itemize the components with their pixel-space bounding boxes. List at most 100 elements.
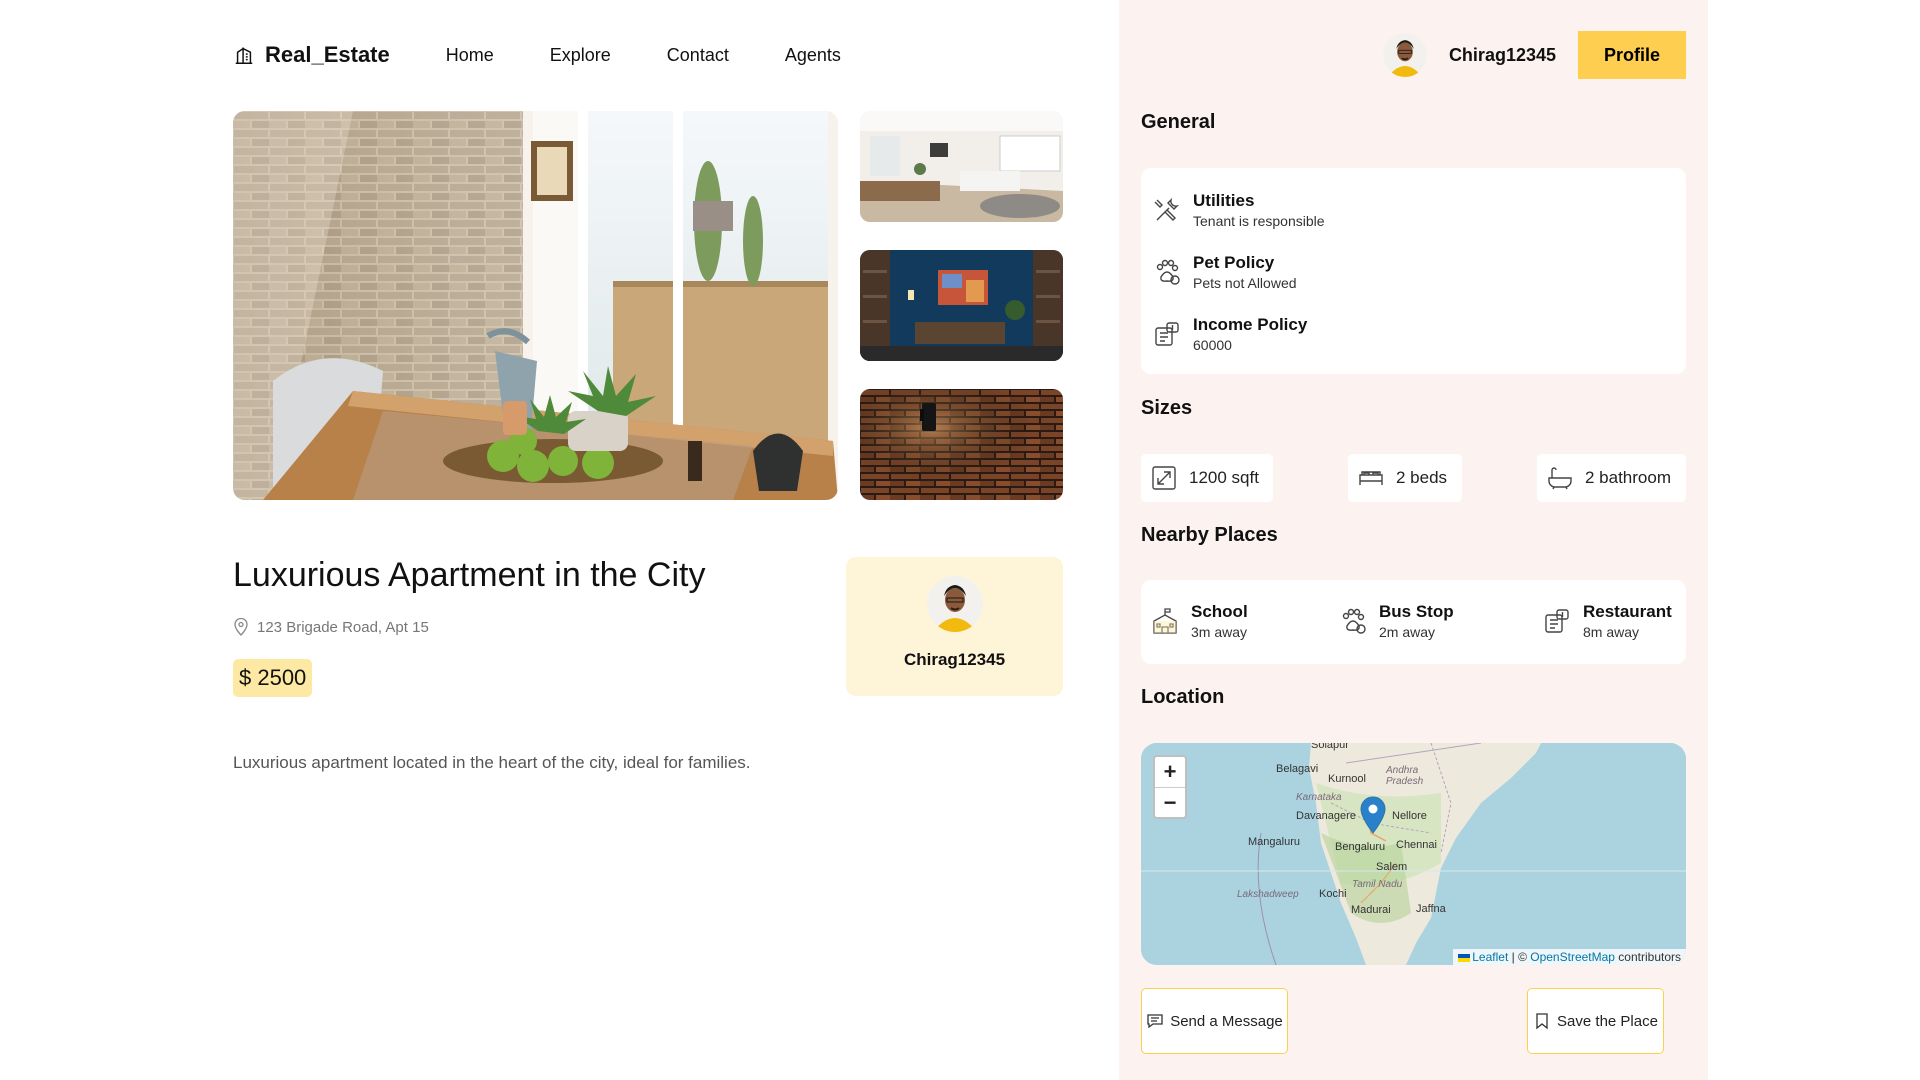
- profile-button[interactable]: Profile: [1578, 31, 1686, 79]
- blue-room-photo: [860, 250, 1063, 361]
- chat-icon: [1147, 1014, 1163, 1029]
- pet-policy-title: Pet Policy: [1193, 253, 1275, 272]
- location-pin-icon: [234, 618, 248, 636]
- send-message-label: Send a Message: [1170, 1012, 1283, 1030]
- sizes-row: 1200 sqft 2 beds 2 bathroom: [1141, 454, 1686, 502]
- map-label-solapur: Solapur: [1311, 743, 1349, 751]
- map-label-nellore: Nellore: [1392, 810, 1427, 822]
- pet-icon: [1156, 259, 1180, 285]
- nav-link-agents[interactable]: Agents: [785, 45, 841, 66]
- address-text: 123 Brigade Road, Apt 15: [257, 618, 429, 636]
- thumbnail-list: [860, 111, 1063, 528]
- thumbnail-brick-wall[interactable]: [860, 389, 1063, 500]
- price-badge: $ 2500: [233, 659, 313, 697]
- general-heading: General: [1141, 111, 1216, 133]
- nearby-card: School 3m away Bus Stop 2m away Restaura…: [1141, 580, 1686, 664]
- income-policy-title: Income Policy: [1193, 315, 1308, 334]
- map-label-karnataka: Karnataka: [1296, 792, 1342, 803]
- owner-avatar: [926, 576, 983, 632]
- nearby-item-school: School 3m away: [1151, 602, 1248, 640]
- leaflet-link[interactable]: Leaflet: [1472, 950, 1508, 964]
- size-beds: 2 beds: [1348, 454, 1462, 502]
- map-label-davanagere: Davanagere: [1296, 810, 1356, 822]
- restaurant-distance: 8m away: [1583, 624, 1640, 640]
- main-property-image[interactable]: [233, 111, 838, 500]
- attribution-contributors: contributors: [1614, 950, 1681, 964]
- top-nav: Real_Estate Home Explore Contact Agents: [233, 40, 897, 70]
- beds-value: 2 beds: [1396, 468, 1448, 487]
- map-label-mangaluru: Mangaluru: [1248, 836, 1300, 848]
- map-label-belagavi: Belagavi: [1276, 763, 1319, 775]
- restaurant-icon: [1545, 609, 1569, 633]
- dining-room-photo: [233, 111, 838, 500]
- details-panel: Chirag12345 Profile General Utilities Te…: [1119, 0, 1708, 1080]
- location-heading: Location: [1141, 686, 1225, 708]
- listing-address: 123 Brigade Road, Apt 15: [233, 618, 429, 636]
- general-item-pet-policy: Pet Policy Pets not Allowed: [1153, 252, 1674, 292]
- map-zoom-control: + −: [1153, 755, 1187, 819]
- nearby-item-restaurant: Restaurant 8m away: [1543, 602, 1672, 640]
- header-username: Chirag12345: [1448, 44, 1556, 65]
- general-item-utilities: Utilities Tenant is responsible: [1153, 190, 1674, 230]
- zoom-in-button[interactable]: +: [1155, 757, 1185, 787]
- map-label-tamil-nadu: Tamil Nadu: [1352, 879, 1403, 890]
- utilities-title: Utilities: [1193, 191, 1255, 210]
- living-room-photo: [860, 111, 1063, 222]
- map-label-kochi: Kochi: [1319, 888, 1347, 900]
- pet-policy-value: Pets not Allowed: [1193, 275, 1297, 291]
- send-message-button[interactable]: Send a Message: [1141, 988, 1288, 1054]
- nav-link-explore[interactable]: Explore: [550, 45, 611, 66]
- logo-text: Real_Estate: [265, 42, 390, 67]
- bed-icon: [1359, 471, 1383, 485]
- osm-link[interactable]: OpenStreetMap: [1530, 950, 1615, 964]
- save-place-label: Save the Place: [1557, 1012, 1658, 1030]
- school-title: School: [1191, 602, 1248, 621]
- listing-main: Real_Estate Home Explore Contact Agents: [233, 0, 1063, 1080]
- nav-links: Home Explore Contact Agents: [446, 45, 897, 66]
- save-place-button[interactable]: Save the Place: [1527, 988, 1664, 1054]
- thumbnail-blue-room[interactable]: [860, 250, 1063, 361]
- user-bar: Chirag12345 Profile: [1382, 31, 1686, 79]
- logo[interactable]: Real_Estate: [233, 42, 390, 68]
- school-distance: 3m away: [1191, 624, 1248, 640]
- zoom-out-button[interactable]: −: [1155, 787, 1185, 817]
- income-policy-value: 60000: [1193, 337, 1232, 353]
- nav-link-contact[interactable]: Contact: [667, 45, 729, 66]
- thumbnail-living-room[interactable]: [860, 111, 1063, 222]
- person-avatar-image: [1382, 33, 1427, 77]
- map-label-jaffna: Jaffna: [1416, 903, 1446, 915]
- brick-wall-photo: [860, 389, 1063, 500]
- map-attribution: Leaflet | © OpenStreetMap contributors: [1453, 949, 1686, 965]
- owner-card[interactable]: Chirag12345: [846, 557, 1063, 696]
- bus-icon: [1342, 608, 1366, 634]
- bookmark-icon: [1536, 1013, 1548, 1030]
- person-avatar-image: [926, 576, 983, 632]
- area-value: 1200 sqft: [1189, 468, 1259, 487]
- bathrooms-value: 2 bathroom: [1585, 468, 1671, 487]
- expand-icon: [1152, 466, 1176, 490]
- nav-link-home[interactable]: Home: [446, 45, 494, 66]
- restaurant-title: Restaurant: [1583, 602, 1672, 621]
- general-card: Utilities Tenant is responsible Pet Poli…: [1141, 168, 1686, 374]
- listing-description: Luxurious apartment located in the heart…: [233, 753, 751, 772]
- school-icon: [1153, 608, 1177, 634]
- nearby-item-bus-stop: Bus Stop 2m away: [1339, 602, 1454, 640]
- map-label-salem: Salem: [1376, 861, 1408, 873]
- map-label-kurnool: Kurnool: [1328, 773, 1366, 785]
- size-area: 1200 sqft: [1141, 454, 1273, 502]
- building-icon: [235, 47, 253, 64]
- utilities-value: Tenant is responsible: [1193, 213, 1325, 229]
- sizes-heading: Sizes: [1141, 397, 1193, 419]
- bathtub-icon: [1548, 467, 1572, 490]
- user-avatar[interactable]: [1382, 33, 1427, 77]
- bus-stop-distance: 2m away: [1379, 624, 1436, 640]
- map-label-andhra-pradesh: Andhra Pradesh: [1386, 765, 1424, 787]
- map-label-madurai: Madurai: [1351, 904, 1391, 916]
- utilities-icon: [1154, 197, 1180, 221]
- income-icon: [1155, 322, 1179, 346]
- bus-stop-title: Bus Stop: [1379, 602, 1454, 621]
- location-map[interactable]: Solapur Belagavi Kurnool Andhra Pradesh …: [1141, 743, 1686, 965]
- nearby-heading: Nearby Places: [1141, 524, 1278, 546]
- ukraine-flag-icon: [1458, 953, 1471, 962]
- general-item-income-policy: Income Policy 60000: [1153, 314, 1674, 354]
